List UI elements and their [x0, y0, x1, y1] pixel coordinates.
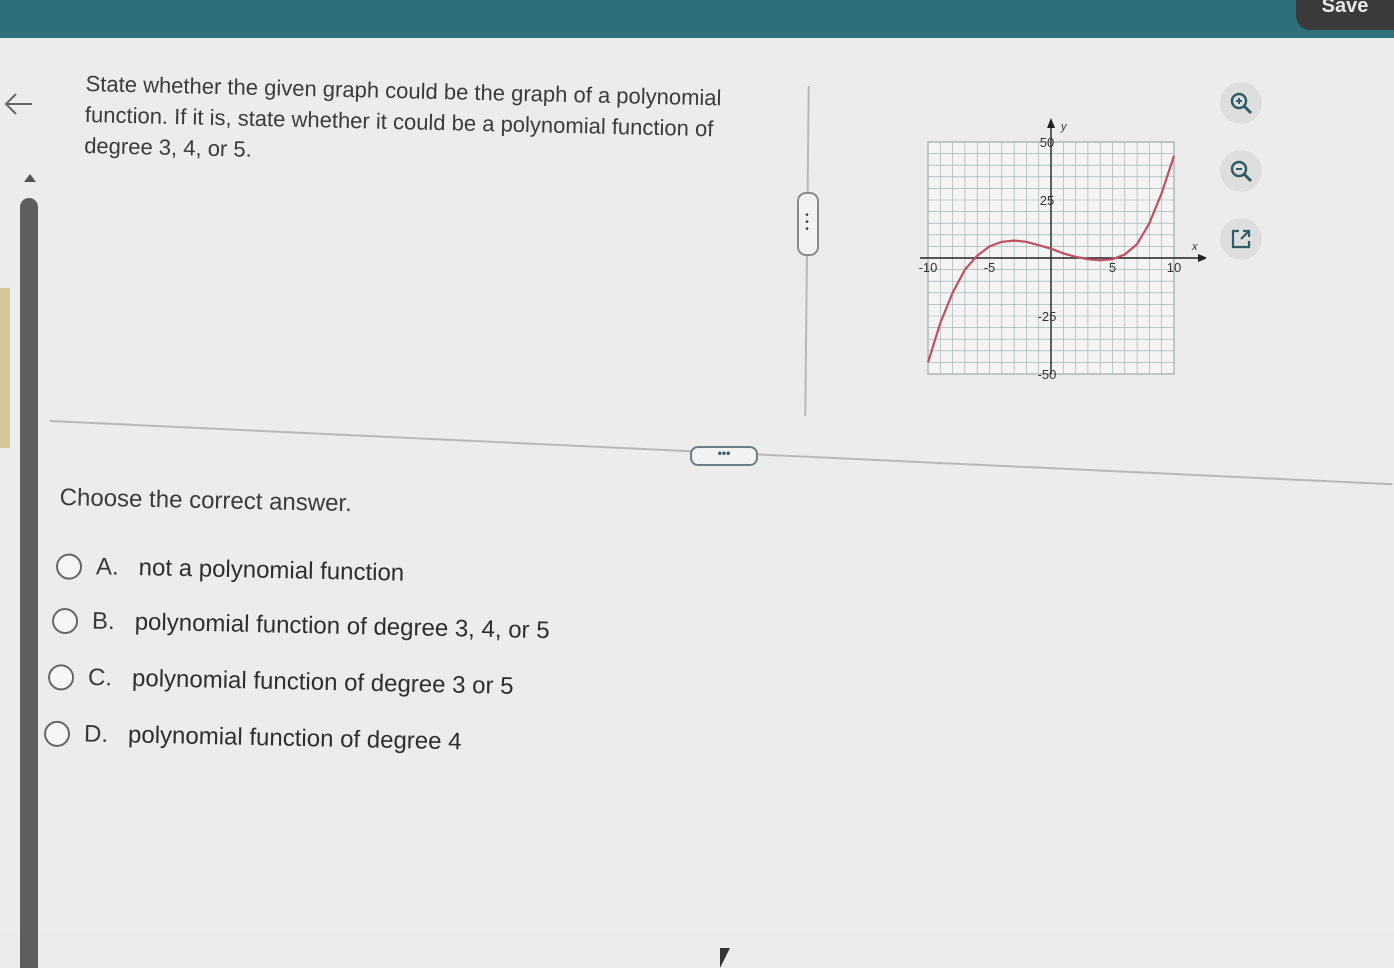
y-axis-label: y	[1060, 121, 1068, 133]
mouse-cursor-icon	[720, 948, 730, 968]
radio-b[interactable]	[51, 607, 79, 635]
scroll-up-icon[interactable]	[24, 174, 36, 182]
option-b[interactable]: B. polynomial function of degree 3, 4, o…	[51, 607, 550, 645]
option-letter: D.	[83, 720, 109, 748]
y-tick-label: 50	[1040, 135, 1054, 150]
zoom-in-button[interactable]	[1220, 82, 1262, 124]
option-letter: C.	[87, 663, 113, 692]
back-arrow-icon[interactable]	[2, 90, 34, 118]
scrollbar[interactable]	[20, 198, 38, 968]
zoom-in-icon	[1230, 92, 1253, 115]
option-a[interactable]: A. not a polynomial function	[55, 552, 405, 587]
option-text: polynomial function of degree 3, 4, or 5	[134, 608, 550, 645]
radio-a[interactable]	[55, 553, 83, 580]
option-d[interactable]: D. polynomial function of degree 4	[43, 720, 462, 757]
x-tick-label: 10	[1167, 260, 1181, 275]
answer-prompt: Choose the correct answer.	[59, 484, 353, 518]
x-tick-label: -10	[919, 260, 938, 275]
x-axis-label: x	[1191, 241, 1198, 253]
option-text: polynomial function of degree 4	[127, 721, 462, 756]
horizontal-resize-handle[interactable]: •••	[690, 446, 758, 466]
vertical-resize-handle[interactable]: • • •	[797, 192, 819, 256]
x-tick-label: 5	[1109, 260, 1116, 275]
x-axis-arrow-icon	[1198, 254, 1206, 262]
radio-c[interactable]	[47, 664, 75, 691]
question-text: State whether the given graph could be t…	[83, 70, 722, 162]
option-text: not a polynomial function	[138, 554, 405, 587]
option-letter: B.	[91, 607, 116, 636]
left-stripe	[0, 288, 10, 448]
y-tick-label: 25	[1040, 193, 1054, 208]
option-letter: A.	[95, 553, 120, 581]
external-link-icon	[1231, 229, 1251, 249]
question-page: State whether the given graph could be t…	[0, 38, 1394, 968]
option-text: polynomial function of degree 3 or 5	[131, 664, 514, 700]
popout-button[interactable]	[1220, 218, 1262, 260]
zoom-out-icon	[1230, 160, 1253, 183]
polynomial-graph: x y -10 -5 5 10 50 25 -25 -50	[919, 118, 1206, 382]
save-button[interactable]: Save	[1296, 0, 1394, 30]
radio-d[interactable]	[43, 720, 71, 748]
x-tick-label: -5	[984, 260, 996, 275]
option-c[interactable]: C. polynomial function of degree 3 or 5	[47, 663, 514, 701]
y-tick-label: -50	[1038, 367, 1057, 382]
top-bar: Save	[0, 0, 1394, 38]
zoom-out-button[interactable]	[1220, 150, 1262, 192]
handle-dots-icon: • • •	[805, 210, 809, 235]
y-axis-arrow-icon	[1047, 118, 1055, 128]
y-tick-label: -25	[1038, 309, 1057, 324]
